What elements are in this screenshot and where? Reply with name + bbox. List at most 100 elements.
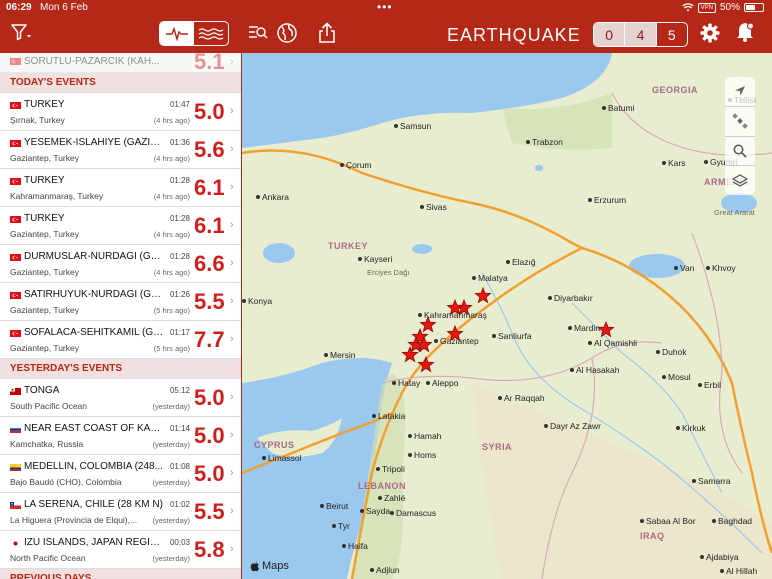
list-item[interactable]: IZU ISLANDS, JAPAN REGION North Pacific O… bbox=[0, 531, 241, 569]
battery-percent: 50% bbox=[719, 2, 740, 13]
city-dot bbox=[492, 334, 496, 338]
city-dot bbox=[434, 339, 438, 343]
map-label: Great Ararat bbox=[714, 208, 756, 217]
map-label: Kirkuk bbox=[682, 423, 706, 433]
city-dot bbox=[662, 161, 666, 165]
list-item[interactable]: NEAR EAST COAST OF KAM... Kamchatka, Russ… bbox=[0, 417, 241, 455]
list-item[interactable]: DURMUSLAR-NURDAGI (GA... Gaziantep, Turke… bbox=[0, 245, 241, 283]
search-icon bbox=[733, 144, 747, 158]
event-region: Bajo Baudó (CHO), Colombia bbox=[10, 477, 122, 487]
magnitude-filter-4[interactable]: 4 bbox=[625, 23, 657, 46]
event-magnitude: 5.5 bbox=[194, 289, 225, 314]
map-view[interactable]: SamsunTrabzonBatumiGEORGIATbilisiÇorumAn… bbox=[242, 53, 772, 579]
event-time-ago: (5 hrs ago) bbox=[153, 344, 190, 353]
city-dot bbox=[498, 396, 502, 400]
chevron-right-icon: › bbox=[230, 429, 234, 441]
list-item[interactable]: LA SERENA, CHILE (28 KM N) La Higuera (Pr… bbox=[0, 493, 241, 531]
city-dot bbox=[376, 467, 380, 471]
event-place: SATIRHUYUK-NURDAGI (GA... bbox=[24, 289, 164, 300]
list-item[interactable]: YESEMEK-ISLAHIYE (GAZIAN... Gaziantep, Tu… bbox=[0, 131, 241, 169]
map-canvas[interactable]: SamsunTrabzonBatumiGEORGIATbilisiÇorumAn… bbox=[242, 53, 772, 579]
location-button[interactable] bbox=[725, 77, 755, 107]
map-layers-button[interactable] bbox=[725, 166, 755, 195]
satellite-button[interactable] bbox=[725, 107, 755, 137]
list-item[interactable]: SORUTLU-PAZARCIK (KAH... 5.1 › bbox=[0, 53, 241, 74]
share-icon[interactable] bbox=[318, 22, 336, 44]
map-label: Trabzon bbox=[532, 137, 563, 147]
flag-tr-icon bbox=[10, 292, 21, 299]
list-item[interactable]: TURKEY Kahramanmaraş, Turkey 01:28 (4 hrs a… bbox=[0, 169, 241, 207]
map-label: IRAQ bbox=[640, 531, 665, 541]
map-label: GEORGIA bbox=[652, 85, 698, 95]
waves-view-button[interactable] bbox=[194, 22, 228, 45]
event-time: 01:47 bbox=[169, 100, 190, 109]
event-time-ago: (yesterday) bbox=[152, 516, 190, 525]
event-region: North Pacific Ocean bbox=[10, 553, 86, 563]
events-list[interactable]: SORUTLU-PAZARCIK (KAH... 5.1 › TODAY'S E… bbox=[0, 53, 241, 579]
event-magnitude: 5.0 bbox=[194, 385, 225, 410]
event-time: 01:36 bbox=[169, 138, 190, 147]
magnitude-filter-5[interactable]: 5 bbox=[657, 23, 687, 46]
bell-alert-icon[interactable] bbox=[734, 21, 756, 43]
city-dot bbox=[720, 569, 724, 573]
list-item[interactable]: SOFALACA-SEHITKAMIL (GA... Gaziantep, Tur… bbox=[0, 321, 241, 359]
list-item[interactable]: SATIRHUYUK-NURDAGI (GA... Gaziantep, Turk… bbox=[0, 283, 241, 321]
multitasking-dots[interactable]: ••• bbox=[377, 0, 393, 14]
status-time: 06:29 bbox=[6, 2, 32, 13]
layers-icon bbox=[732, 173, 748, 187]
city-dot bbox=[342, 544, 346, 548]
chevron-right-icon: › bbox=[230, 391, 234, 403]
flag-tr-icon bbox=[10, 102, 21, 109]
lake bbox=[263, 243, 295, 263]
list-item[interactable]: MEDELLIN, COLOMBIA (248... Bajo Baudó (CH… bbox=[0, 455, 241, 493]
map-label: Batumi bbox=[608, 103, 635, 113]
chevron-right-icon: › bbox=[230, 333, 234, 345]
city-dot bbox=[568, 326, 572, 330]
city-dot bbox=[372, 414, 376, 418]
city-dot bbox=[692, 479, 696, 483]
waves-icon bbox=[198, 27, 224, 40]
seismograph-icon bbox=[166, 26, 188, 41]
event-time: 01:17 bbox=[169, 328, 190, 337]
list-item[interactable]: TONGA South Pacific Ocean 05:12 (yesterday)… bbox=[0, 379, 241, 417]
battery-icon bbox=[744, 3, 764, 12]
city-dot bbox=[358, 257, 362, 261]
map-label: Çorum bbox=[346, 160, 372, 170]
event-time-ago: (4 hrs ago) bbox=[153, 154, 190, 163]
status-right: VPN 50% bbox=[681, 2, 764, 13]
map-label: TURKEY bbox=[328, 241, 368, 251]
event-magnitude: 5.5 bbox=[194, 499, 225, 524]
lake-van bbox=[629, 254, 685, 278]
filter-icon[interactable] bbox=[10, 22, 32, 42]
globe-icon[interactable] bbox=[277, 23, 297, 43]
city-dot bbox=[418, 313, 422, 317]
map-label: Baghdad bbox=[718, 516, 752, 526]
map-label: Sabaa Al Bor bbox=[646, 516, 696, 526]
event-time-ago: (yesterday) bbox=[152, 440, 190, 449]
chevron-right-icon: › bbox=[230, 56, 234, 68]
section-header-previous[interactable]: PREVIOUS DAYS bbox=[0, 569, 241, 579]
map-search-button[interactable] bbox=[725, 137, 755, 167]
view-toggle bbox=[159, 21, 229, 46]
city-dot bbox=[588, 341, 592, 345]
city-dot bbox=[408, 453, 412, 457]
list-item[interactable]: TURKEY Gaziantep, Turkey 01:28 (4 hrs ago) 6… bbox=[0, 207, 241, 245]
list-item[interactable]: TURKEY Şırnak, Turkey 01:47 (4 hrs ago) 5.0 › bbox=[0, 93, 241, 131]
search-list-icon[interactable] bbox=[248, 24, 268, 42]
app-title: EARTHQUAKE bbox=[447, 25, 581, 45]
event-magnitude: 6.1 bbox=[194, 175, 225, 200]
flag-tr-icon bbox=[10, 140, 21, 147]
status-date: Mon 6 Feb bbox=[40, 2, 88, 13]
wifi-icon bbox=[681, 3, 694, 12]
seismograph-view-button[interactable] bbox=[160, 22, 194, 45]
maps-label: Maps bbox=[262, 560, 289, 572]
gear-icon[interactable] bbox=[700, 23, 720, 43]
map-label: Limassol bbox=[268, 453, 302, 463]
event-place: NEAR EAST COAST OF KAM... bbox=[24, 423, 164, 434]
event-time: 01:28 bbox=[169, 214, 190, 223]
city-dot bbox=[262, 456, 266, 460]
city-dot bbox=[526, 140, 530, 144]
magnitude-filter-0[interactable]: 0 bbox=[594, 23, 626, 46]
city-dot bbox=[674, 266, 678, 270]
event-place: TURKEY bbox=[24, 175, 65, 186]
